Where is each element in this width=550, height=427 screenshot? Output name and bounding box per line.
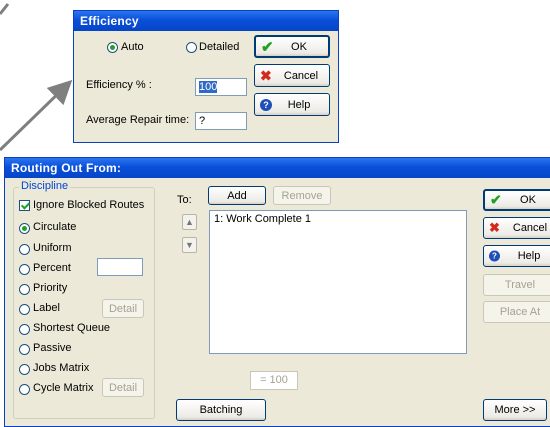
add-label: Add: [227, 189, 247, 202]
efficiency-dialog: Efficiency Auto Detailed Efficiency % : …: [73, 10, 339, 143]
efficiency-cancel-label: Cancel: [283, 69, 319, 82]
shortest-queue-label: Shortest Queue: [33, 322, 111, 334]
passive-radio[interactable]: [19, 344, 30, 355]
jobs-matrix-label: Jobs Matrix: [33, 362, 90, 374]
check-icon: ✔: [490, 191, 502, 208]
help-icon: ?: [260, 98, 272, 111]
to-label: To:: [177, 194, 192, 206]
uniform-radio[interactable]: [19, 244, 30, 255]
cycle-matrix-radio[interactable]: [19, 384, 30, 395]
efficiency-ok-button[interactable]: ✔ OK: [254, 35, 330, 58]
travel-button[interactable]: Travel: [483, 274, 550, 296]
cancel-x-icon: ✖: [260, 67, 272, 83]
efficiency-help-label: Help: [287, 98, 311, 111]
cycle-matrix-label: Cycle Matrix: [33, 382, 94, 394]
destinations-list[interactable]: 1: Work Complete 1: [209, 210, 467, 354]
efficiency-cancel-button[interactable]: ✖ Cancel: [254, 64, 330, 87]
place-at-label: Place At: [499, 306, 541, 318]
label-detail-button[interactable]: Detail: [102, 299, 144, 318]
more-button[interactable]: More >>: [483, 399, 547, 421]
equals-value-field: = 100: [250, 371, 298, 390]
cycle-matrix-detail-button[interactable]: Detail: [102, 378, 144, 397]
move-down-icon[interactable]: ▼: [182, 237, 197, 253]
list-item[interactable]: 1: Work Complete 1: [214, 213, 311, 225]
cycle-matrix-detail-text: Detail: [108, 381, 138, 394]
detailed-radio[interactable]: [186, 42, 197, 53]
equals-value-text: = 100: [260, 374, 288, 386]
batching-button[interactable]: Batching: [176, 399, 266, 421]
shortest-queue-radio[interactable]: [19, 324, 30, 335]
travel-label: Travel: [504, 279, 536, 291]
priority-radio[interactable]: [19, 284, 30, 295]
top-arrow-line: [0, 3, 10, 15]
circulate-radio[interactable]: [19, 223, 30, 234]
label-radio[interactable]: [19, 304, 30, 315]
label-detail-text: Detail: [108, 302, 138, 315]
efficiency-percent-input[interactable]: 100: [195, 78, 247, 96]
remove-label: Remove: [281, 189, 323, 202]
efficiency-help-button[interactable]: ? Help: [254, 93, 330, 116]
efficiency-percent-value: 100: [199, 81, 218, 93]
discipline-group-title: Discipline: [19, 180, 71, 192]
batching-label: Batching: [199, 404, 243, 416]
detailed-label: Detailed: [199, 41, 240, 53]
place-at-button[interactable]: Place At: [483, 301, 550, 323]
repair-time-value: ?: [199, 115, 206, 127]
move-up-icon[interactable]: ▲: [182, 214, 197, 230]
routing-cancel-button[interactable]: ✖ Cancel: [483, 217, 550, 239]
repair-time-label: Average Repair time:: [86, 114, 190, 126]
more-label: More >>: [494, 404, 536, 416]
routing-ok-button[interactable]: ✔ OK: [483, 189, 550, 211]
repair-time-input[interactable]: ?: [195, 112, 247, 130]
jobs-matrix-radio[interactable]: [19, 364, 30, 375]
routing-help-label: Help: [517, 250, 541, 262]
circulate-label: Circulate: [33, 221, 77, 233]
add-button[interactable]: Add: [208, 186, 266, 205]
percent-radio[interactable]: [19, 264, 30, 275]
routing-ok-label: OK: [520, 194, 536, 206]
priority-label: Priority: [33, 282, 68, 294]
percent-input[interactable]: [97, 258, 143, 276]
uniform-label: Uniform: [33, 242, 72, 254]
auto-label: Auto: [121, 41, 144, 53]
routing-help-button[interactable]: ? Help: [483, 245, 550, 267]
help-icon: ?: [489, 250, 500, 262]
passive-label: Passive: [33, 342, 72, 354]
routing-cancel-label: Cancel: [512, 222, 548, 234]
routing-titlebar: Routing Out From:: [5, 158, 550, 178]
efficiency-percent-label: Efficiency % :: [86, 79, 152, 91]
ignore-blocked-checkbox[interactable]: [19, 200, 30, 211]
auto-radio[interactable]: [107, 42, 118, 53]
cancel-x-icon: ✖: [489, 220, 500, 235]
ignore-blocked-label: Ignore Blocked Routes: [33, 199, 145, 211]
percent-label: Percent: [33, 262, 71, 274]
efficiency-ok-label: OK: [291, 40, 307, 53]
remove-button[interactable]: Remove: [273, 186, 331, 205]
routing-dialog: Routing Out From: Discipline Ignore Bloc…: [4, 157, 550, 427]
efficiency-arrow-line: [0, 79, 73, 152]
efficiency-titlebar: Efficiency: [74, 11, 338, 31]
label-option-label: Label: [33, 302, 60, 314]
check-icon: ✔: [261, 38, 274, 56]
